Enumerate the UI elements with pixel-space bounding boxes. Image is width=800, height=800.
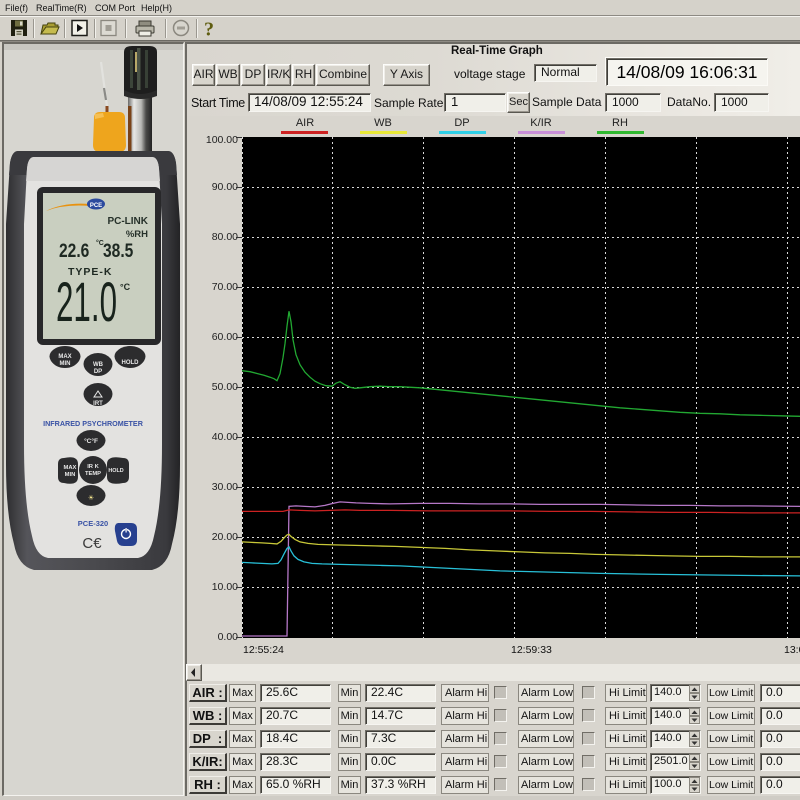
svg-text:MIN: MIN <box>60 361 71 367</box>
svg-text:INFRARED PSYCHROMETER: INFRARED PSYCHROMETER <box>43 419 144 428</box>
svg-text:?: ? <box>204 19 214 41</box>
svg-text:HOLD: HOLD <box>122 360 140 366</box>
svg-text:HOLD: HOLD <box>108 468 123 474</box>
svg-text:38.5: 38.5 <box>103 240 134 262</box>
svg-text:WB: WB <box>93 362 104 368</box>
svg-text:MAX: MAX <box>64 465 77 471</box>
svg-text:PCE: PCE <box>90 203 102 209</box>
svg-text:PCE-320: PCE-320 <box>78 519 108 528</box>
svg-text:MAX: MAX <box>58 354 71 360</box>
svg-text:°C°F: °C°F <box>84 437 98 445</box>
svg-text:IR K: IR K <box>87 464 99 470</box>
svg-text:☀: ☀ <box>88 494 94 502</box>
svg-text:TEMP: TEMP <box>85 471 101 477</box>
svg-text:MIN: MIN <box>65 472 76 478</box>
svg-text:C€: C€ <box>82 535 102 552</box>
svg-text:°C: °C <box>120 282 131 292</box>
svg-text:PC-LINK: PC-LINK <box>107 216 148 227</box>
svg-text:DP: DP <box>94 369 102 375</box>
svg-text:21.0: 21.0 <box>56 270 117 333</box>
svg-text:%RH: %RH <box>126 229 148 240</box>
svg-text:IRT: IRT <box>93 401 103 407</box>
svg-text:22.6: 22.6 <box>59 240 90 262</box>
